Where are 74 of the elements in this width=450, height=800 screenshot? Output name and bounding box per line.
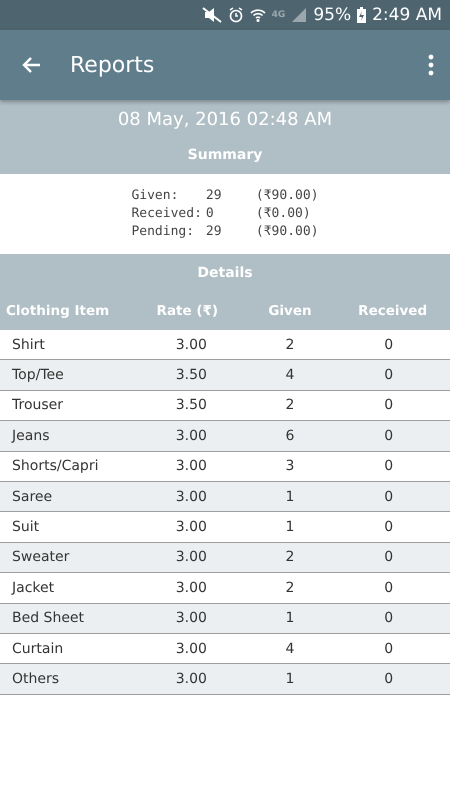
table-cell-text: 0 (383, 670, 394, 687)
table-cell-text: Shorts/Capri (12, 458, 100, 474)
summary-amount: (₹0.00) (256, 205, 312, 223)
wifi-icon (250, 7, 266, 23)
table-cell-text: 1 (284, 610, 296, 626)
table-cell-text: Suit (12, 519, 40, 536)
table-cell-text: 3.00 (174, 458, 208, 474)
table-cell-text: 0 (383, 640, 394, 657)
table-cell-text: 3.00 (174, 640, 208, 657)
table-cell-text: 3.50 (174, 367, 208, 384)
table-cell-text: 0 (383, 519, 394, 536)
table-cell-text: 0 (383, 397, 394, 414)
more-vertical-icon (428, 54, 434, 76)
table-cell-text: Top/Tee (12, 367, 65, 384)
battery-percent: 95% (313, 5, 352, 25)
section-title: Summary (188, 146, 262, 165)
column-header: Given (267, 303, 313, 319)
table-cell-text: 0 (383, 610, 394, 626)
mute-icon (202, 7, 222, 23)
table-cell-text: 3.00 (174, 519, 208, 536)
section-title: Details (197, 264, 253, 283)
table-cell-text: 1 (284, 519, 296, 536)
clock-time: 2:49 AM (372, 5, 442, 25)
table-cell-text: 4 (284, 367, 296, 384)
table-cell-text: Saree (12, 488, 54, 505)
column-header: Rate (₹) (156, 303, 220, 319)
table-cell-text: 0 (383, 336, 394, 353)
summary-count: 29 (206, 223, 223, 241)
table-cell-text: 0 (383, 580, 394, 596)
summary-amount: (₹90.00) (256, 223, 319, 241)
summary-label: Pending: (131, 223, 196, 241)
table-cell-text: Trouser (12, 397, 64, 414)
summary-count: 0 (206, 205, 215, 223)
table-cell-text: Jacket (12, 580, 56, 596)
table-cell-text: 3.00 (174, 549, 208, 566)
table-cell-text: 0 (383, 549, 394, 566)
table-cell-text: Jeans (12, 428, 50, 444)
summary-amount: (₹90.00) (256, 187, 319, 205)
table-cell-text: Curtain (12, 640, 64, 657)
table-cell-text: Sweater (12, 549, 70, 566)
signal-icon (291, 7, 308, 23)
table-cell-text: Shirt (12, 336, 46, 353)
network-type-text: 4G (272, 10, 286, 20)
alarm-icon (228, 7, 244, 23)
table-cell-text: 3.00 (174, 488, 208, 505)
table-cell-text: 3.50 (174, 397, 208, 414)
column-header: Clothing Item (6, 303, 110, 319)
table-cell-text: 3.00 (174, 428, 208, 444)
table-cell-text: 3.00 (174, 670, 208, 687)
table-cell-text: Bed Sheet (12, 610, 86, 626)
summary-label: Given: (131, 187, 180, 205)
table-cell-text: 2 (284, 549, 296, 566)
table-cell-text: 0 (383, 428, 394, 444)
table-cell-text: Others (12, 670, 60, 687)
summary-count: 29 (206, 187, 223, 205)
summary-label: Received: (131, 205, 202, 223)
table-cell-text: 2 (284, 397, 296, 414)
table-cell-text: 2 (284, 336, 296, 353)
table-cell-text: 0 (383, 367, 394, 384)
table-cell-text: 3.00 (174, 580, 208, 596)
table-cell-text: 1 (284, 670, 296, 687)
table-cell-text: 3.00 (174, 610, 208, 626)
table-cell-text: 4 (284, 640, 296, 657)
table-cell-text: 3.00 (174, 336, 208, 353)
table-cell-text: 3 (284, 458, 296, 474)
table-cell-text: 6 (284, 428, 296, 444)
table-cell-text: 2 (284, 580, 296, 596)
screen-title: Reports (70, 52, 156, 78)
table-cell-text: 0 (383, 458, 394, 474)
report-date: 08 May, 2016 02:48 AM (118, 108, 332, 132)
battery-charging-icon (357, 7, 366, 23)
table-cell-text: 1 (284, 488, 296, 505)
table-cell-text: 0 (383, 488, 394, 505)
column-header: Received (357, 303, 428, 319)
